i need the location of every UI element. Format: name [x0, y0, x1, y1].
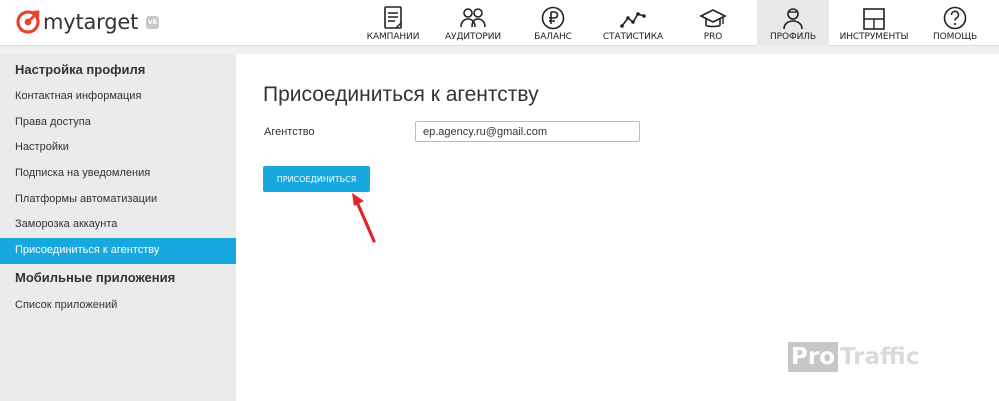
mytarget-logo-icon	[16, 10, 40, 34]
sidebar-item-app-list[interactable]: Список приложений	[0, 293, 236, 319]
watermark-text: Traffic	[840, 344, 920, 370]
nav-help[interactable]: ПОМОЩЬ	[924, 0, 986, 46]
brand-logo[interactable]: mytarget vk	[16, 9, 160, 35]
sidebar-item-settings[interactable]: Настройки	[0, 135, 236, 161]
red-arrow-annotation	[352, 193, 376, 243]
graduation-cap-icon	[699, 9, 727, 28]
protraffic-watermark: Pro Traffic	[788, 342, 919, 372]
page-title: Присоединиться к агентству	[263, 83, 539, 106]
sidebar: Настройка профиля Контактная информация …	[0, 54, 236, 401]
agency-email-input[interactable]	[415, 121, 640, 142]
sidebar-section-mobile-apps: Мобильные приложения	[15, 269, 176, 285]
agency-label: Агентство	[264, 126, 315, 138]
document-icon	[384, 6, 402, 29]
sidebar-item-join-agency[interactable]: Присоединиться к агентству	[0, 238, 236, 264]
vk-badge-icon: vk	[146, 15, 160, 29]
nav-balance[interactable]: БАЛАНС	[520, 0, 586, 46]
sidebar-section-profile: Настройка профиля	[15, 62, 146, 77]
sidebar-item-freeze-account[interactable]: Заморозка аккаунта	[0, 212, 236, 238]
sidebar-item-automation-platforms[interactable]: Платформы автоматизации	[0, 187, 236, 213]
nav-tools[interactable]: ИНСТРУМЕНТЫ	[836, 0, 912, 46]
nav-statistics[interactable]: СТАТИСТИКА	[598, 0, 668, 46]
line-chart-icon	[620, 12, 646, 28]
question-icon	[943, 6, 967, 30]
brand-name: mytarget	[43, 10, 139, 34]
sidebar-item-notifications[interactable]: Подписка на уведомления	[0, 161, 236, 187]
top-header: mytarget vk КАМПАНИИ АУДИТОРИИ БАЛАНС СТ…	[0, 0, 999, 46]
nav-pro[interactable]: PRO	[682, 0, 744, 46]
nav-campaigns[interactable]: КАМПАНИИ	[360, 0, 426, 46]
sidebar-item-access-rights[interactable]: Права доступа	[0, 110, 236, 136]
watermark-box: Pro	[788, 342, 839, 372]
people-icon	[460, 8, 486, 28]
tools-icon	[863, 8, 885, 30]
nav-audiences[interactable]: АУДИТОРИИ	[440, 0, 506, 46]
ruble-icon	[541, 6, 565, 30]
user-icon	[783, 8, 803, 30]
sidebar-item-contact-info[interactable]: Контактная информация	[0, 84, 236, 110]
nav-profile[interactable]: ПРОФИЛЬ	[757, 0, 829, 46]
